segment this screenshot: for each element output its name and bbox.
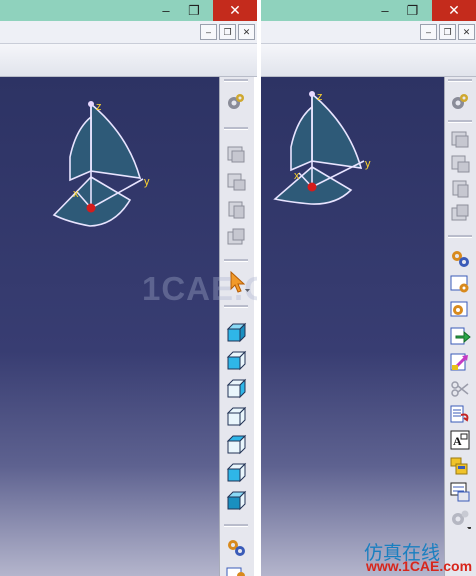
formula-icon[interactable]: [225, 562, 247, 576]
x-axis-label: x: [294, 170, 300, 182]
top-view-icon[interactable]: [225, 462, 247, 484]
toolbar-separator: [224, 127, 248, 130]
left-window: – ❐ ✕ – ❐ ✕ z y x 1CAE.: [0, 0, 257, 576]
restore-button[interactable]: ❐: [179, 0, 209, 21]
close-button[interactable]: ✕: [213, 0, 257, 21]
compass-yz-plane: [311, 92, 363, 169]
parameters-gears-icon[interactable]: [225, 536, 247, 558]
title-bar: – ❐ ✕: [261, 0, 476, 21]
z-axis-handle[interactable]: [309, 91, 315, 97]
check-icon[interactable]: [449, 299, 471, 321]
minimize-button[interactable]: –: [153, 0, 179, 21]
close-button[interactable]: ✕: [432, 0, 476, 21]
document-bar: – ❐ ✕: [0, 21, 257, 44]
left-view-icon[interactable]: [225, 406, 247, 428]
toolbar-separator: [224, 524, 248, 527]
y-axis-label: y: [365, 158, 371, 170]
compass-yz-plane: [90, 102, 142, 179]
insert-body-alt-icon[interactable]: [449, 152, 471, 174]
import-icon[interactable]: [449, 351, 471, 373]
right-window: – ❐ ✕ – ❐ ✕ z y x A 仿真在线 www.1CAE.com: [261, 0, 476, 576]
sketch-body-icon[interactable]: [225, 226, 247, 248]
compass-xz-plane: [69, 115, 92, 182]
sketch-body-icon[interactable]: [449, 202, 471, 224]
back-view-icon[interactable]: [225, 378, 247, 400]
toolbar-separator: [448, 235, 472, 238]
doc-restore-button[interactable]: ❐: [439, 24, 456, 40]
compass-xz-plane: [290, 105, 313, 172]
export-icon[interactable]: [449, 325, 471, 347]
site-url: www.1CAE.com: [366, 558, 473, 574]
insert-body-alt-icon[interactable]: [225, 170, 247, 192]
compass[interactable]: z y x: [261, 77, 444, 576]
menu-strip: [0, 44, 257, 77]
y-axis-label: y: [144, 176, 150, 188]
table-icon[interactable]: [449, 403, 471, 425]
menu-strip: [261, 44, 476, 77]
doc-close-button[interactable]: ✕: [238, 24, 255, 40]
right-view-icon[interactable]: [225, 434, 247, 456]
insert-body-icon[interactable]: [449, 127, 471, 149]
compass-xy-plane: [52, 175, 132, 227]
rule-icon[interactable]: [449, 273, 471, 295]
iso-view-icon[interactable]: [225, 322, 247, 344]
assemble-body-icon[interactable]: [449, 177, 471, 199]
document-bar: – ❐ ✕: [261, 21, 476, 44]
toolbar-separator: [224, 259, 248, 262]
insert-body-icon[interactable]: [225, 142, 247, 164]
reaction-icon[interactable]: [449, 377, 471, 399]
right-toolbar: A: [444, 77, 476, 576]
minimize-button[interactable]: –: [372, 0, 398, 21]
3d-viewport[interactable]: z y x: [0, 77, 219, 576]
settings-gears-icon[interactable]: [449, 507, 471, 529]
bottom-view-icon[interactable]: [225, 490, 247, 512]
compass-origin[interactable]: [307, 182, 317, 192]
doc-close-button[interactable]: ✕: [458, 24, 475, 40]
z-axis-label: z: [317, 91, 323, 103]
formula-gears-icon[interactable]: [449, 247, 471, 269]
doc-minimize-button[interactable]: –: [200, 24, 217, 40]
left-toolbar: [219, 77, 254, 576]
knowledge-gears-icon[interactable]: [225, 91, 247, 113]
text-icon[interactable]: A: [449, 429, 471, 451]
compass-origin[interactable]: [86, 203, 96, 213]
watermark: 1CAE.COM: [142, 270, 257, 307]
toolbar-grip[interactable]: [448, 79, 472, 82]
toolbar-separator: [448, 120, 472, 123]
front-view-icon[interactable]: [225, 350, 247, 372]
toolbar-grip[interactable]: [224, 79, 248, 82]
doc-minimize-button[interactable]: –: [420, 24, 437, 40]
compass[interactable]: z y x: [0, 77, 219, 576]
3d-viewport[interactable]: z y x: [261, 77, 444, 576]
knowledge-gears-icon[interactable]: [449, 91, 471, 113]
restore-button[interactable]: ❐: [398, 0, 427, 21]
x-axis-label: x: [73, 188, 79, 200]
catalog-icon[interactable]: [449, 455, 471, 477]
title-bar: – ❐ ✕: [0, 0, 257, 21]
assemble-body-icon[interactable]: [225, 198, 247, 220]
doc-restore-button[interactable]: ❐: [219, 24, 236, 40]
design-table-icon[interactable]: [449, 481, 471, 503]
z-axis-label: z: [96, 101, 102, 113]
z-axis-handle[interactable]: [88, 101, 94, 107]
